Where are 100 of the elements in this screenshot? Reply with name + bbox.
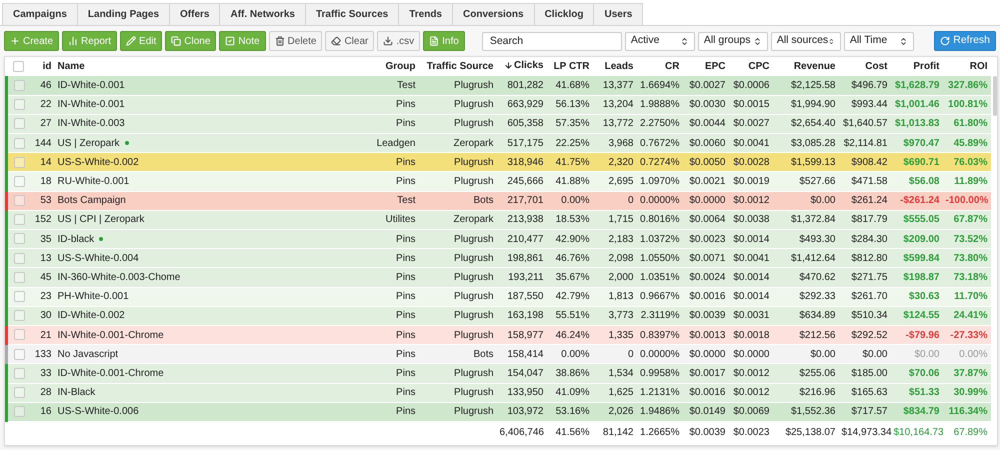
filter-select[interactable]: All sources	[770, 32, 841, 50]
row-checkbox[interactable]	[14, 310, 25, 322]
row-checkbox[interactable]	[14, 99, 25, 110]
cr-cell: 1.0550%	[640, 252, 680, 264]
nav-tab[interactable]: Trends	[398, 3, 453, 25]
total-cell: 67.89%	[954, 427, 988, 438]
column-header[interactable]: Group	[386, 59, 416, 74]
table-row[interactable]: 16 US-S-White-0.006 Pins Plugrush 103,972 53.16% 2,026 1.9486% $0.0149 $0.0069 $1,552.36 $717.57 $834.79 116.34%	[6, 402, 990, 422]
profit-cell: $555.05	[903, 214, 940, 226]
table-row[interactable]: 14 US-S-White-0.002 Pins Plugrush 318,946 41.75% 2,320 0.7274% $0.0050 $0.0028 $1,599.13 $908.42 $690.71 76.03%	[6, 152, 990, 172]
toolbar-button[interactable]: Clear	[325, 31, 374, 51]
download-icon	[383, 36, 394, 46]
epc-cell: $0.0044	[689, 118, 726, 130]
cost-cell: $165.63	[851, 387, 888, 398]
leads-cell: 2,000	[608, 272, 634, 283]
filter-select[interactable]: Active	[624, 32, 695, 50]
column-header[interactable]: Cost	[865, 59, 888, 74]
table-row[interactable]: 23 PH-White-0.001 Pins Plugrush 187,550 42.79% 1,813 0.9667% $0.0016 $0.0014 $292.33 $261.70 $30.63 11.70%	[6, 287, 990, 306]
cpc-cell: $0.0069	[733, 406, 770, 418]
row-checkbox[interactable]	[14, 214, 25, 226]
row-checkbox[interactable]	[14, 291, 25, 302]
column-header[interactable]: Profit	[913, 59, 940, 74]
nav-tab[interactable]: Users	[593, 3, 644, 25]
column-header[interactable]: CPC	[748, 59, 770, 74]
row-checkbox[interactable]	[14, 195, 25, 206]
column-header[interactable]: ROI	[970, 59, 988, 74]
row-checkbox[interactable]	[14, 176, 25, 187]
revenue-cell: $216.96	[799, 387, 836, 398]
table-row[interactable]: 30 ID-White-0.002 Pins Plugrush 163,198 55.51% 3,773 2.3119% $0.0039 $0.0031 $634.89 $510.34 $124.55 24.41%	[6, 306, 990, 326]
row-checkbox[interactable]	[13, 60, 24, 72]
cost-cell: $292.52	[851, 330, 888, 341]
table-row[interactable]: 45 IN-360-White-0.003-Chome Pins Plugrush 193,211 35.67% 2,000 1.0351% $0.0024 $0.0014 $470.62 $271.75 $198.87 73.18%	[6, 268, 990, 288]
copy-icon	[171, 36, 182, 46]
source-cell: Plugrush	[454, 99, 494, 110]
cpc-cell: $0.0019	[733, 176, 770, 188]
nav-tab[interactable]: Conversions	[452, 3, 535, 25]
id-cell: 22	[40, 99, 52, 110]
row-checkbox[interactable]	[14, 406, 25, 418]
epc-cell: $0.0071	[689, 252, 726, 264]
row-checkbox[interactable]	[14, 233, 25, 244]
table-row[interactable]: 33 ID-White-0.001-Chrome Pins Plugrush 154,047 38.86% 1,534 0.9958% $0.0017 $0.0012 $255.06 $185.00 $70.06 37.87%	[6, 364, 990, 383]
nav-tab[interactable]: Traffic Sources	[304, 3, 400, 25]
search-field[interactable]: Search	[482, 32, 622, 50]
roi-cell: 0.00%	[959, 348, 988, 360]
table-row[interactable]: 144 US | Zeropark Leadgen Zeropark 517,175 22.25% 3,968 0.7672% $0.0060 $0.0041 $3,085.28 $2,114.81 $970.47 45.89%	[6, 134, 990, 153]
nav-tab[interactable]: Aff. Networks	[219, 3, 306, 25]
row-checkbox[interactable]	[14, 252, 25, 264]
table-row[interactable]: 13 US-S-White-0.004 Pins Plugrush 198,861 46.76% 2,098 1.0550% $0.0071 $0.0041 $1,412.64 $812.80 $599.84 73.80%	[6, 248, 990, 268]
profit-cell: $70.06	[908, 368, 940, 379]
column-header[interactable]: CR	[665, 59, 680, 74]
nav-tab[interactable]: Clicklog	[534, 3, 594, 25]
nav-tab[interactable]: Campaigns	[2, 3, 78, 25]
row-checkbox[interactable]	[14, 368, 25, 379]
filter-select[interactable]: All groups	[698, 32, 768, 50]
table-row[interactable]: 46 ID-White-0.001 Test Plugrush 801,282 41.68% 13,377 1.6694% $0.0027 $0.0006 $2,125.58 $496.79 $1,628.79 327.86%	[6, 76, 990, 96]
cpc-cell: $0.0031	[733, 310, 770, 322]
toolbar-button[interactable]: .csv	[377, 31, 420, 51]
row-checkbox[interactable]	[14, 348, 25, 360]
table-row[interactable]: 28 IN-Black Pins Plugrush 133,950 41.09% 1,625 1.2131% $0.0016 $0.0012 $216.96 $165.63 $51.33 30.99%	[6, 383, 990, 402]
row-checkbox[interactable]	[14, 118, 25, 130]
column-header[interactable]: id	[42, 59, 52, 74]
table-row[interactable]: 35 ID-black Pins Plugrush 210,477 42.90% 2,183 1.0372% $0.0023 $0.0014 $493.30 $284.30 $209.00 73.52%	[6, 230, 990, 249]
table-row[interactable]: 22 IN-White-0.001 Pins Plugrush 663,929 56.13% 13,204 1.9888% $0.0030 $0.0015 $1,994.90 $993.44 $1,001.46 100.81%	[6, 95, 990, 114]
source-cell: Plugrush	[454, 80, 494, 91]
source-cell: Plugrush	[454, 406, 494, 418]
leads-cell: 2,098	[608, 252, 634, 264]
toolbar-button[interactable]: Delete	[268, 31, 322, 51]
table-row[interactable]: 21 IN-White-0.001-Chrome Pins Plugrush 158,977 46.24% 1,335 0.8397% $0.0013 $0.0018 $212.56 $292.52 -$79.96 -27.33%	[6, 325, 990, 345]
column-header[interactable]: Name	[58, 59, 85, 74]
filter-select[interactable]: All Time	[844, 32, 914, 50]
cost-cell: $812.80	[851, 252, 888, 264]
column-header[interactable]: Revenue	[794, 59, 836, 74]
column-header[interactable]: EPC	[704, 59, 726, 74]
column-header[interactable]: Clicks	[504, 58, 544, 73]
table-row[interactable]: 18 RU-White-0.001 Pins Plugrush 245,666 41.88% 2,695 1.0970% $0.0021 $0.0019 $527.66 $471.58 $56.08 11.89%	[6, 172, 990, 192]
column-header[interactable]: Traffic Source	[426, 59, 494, 74]
row-checkbox[interactable]	[14, 156, 25, 168]
row-checkbox[interactable]	[14, 272, 25, 283]
leads-cell: 1,335	[608, 330, 634, 341]
group-cell: Pins	[396, 406, 416, 418]
source-cell: Plugrush	[454, 387, 494, 398]
nav-tab[interactable]: Landing Pages	[76, 3, 170, 25]
row-checkbox[interactable]	[14, 80, 25, 91]
column-header[interactable]: Leads	[604, 59, 634, 74]
id-cell: 28	[40, 387, 52, 398]
profit-cell: $30.63	[908, 291, 940, 302]
roi-cell: 100.81%	[948, 99, 988, 110]
row-checkbox[interactable]	[14, 329, 25, 340]
table-row[interactable]: 152 US | CPI | Zeropark Utilites Zeropark 213,938 18.53% 1,715 0.8016% $0.0064 $0.0038 $1,372.84 $817.79 $555.05 67.87%	[6, 210, 990, 230]
leads-cell: 3,968	[608, 138, 634, 149]
column-header[interactable]: LP CTR	[554, 59, 590, 74]
roi-cell: 73.80%	[954, 252, 988, 264]
row-checkbox[interactable]	[14, 138, 25, 149]
nav-tab[interactable]: Offers	[169, 3, 220, 25]
cpc-cell: $0.0041	[733, 252, 770, 264]
table-row[interactable]: 133 No Javascript Pins Bots 158,414 0.00% 0 0.0000% $0.0000 $0.0000 $0.00 $0.00 $0.00 0.00%	[6, 344, 990, 364]
table-row[interactable]: 53 Bots Campaign Test Bots 217,701 0.00% 0 0.0000% $0.0000 $0.0012 $0.00 $261.24 -$261.24 -100.00%	[6, 191, 990, 210]
row-checkbox[interactable]	[14, 386, 25, 398]
epc-cell: $0.0017	[689, 368, 726, 379]
table-row[interactable]: 27 IN-White-0.003 Pins Plugrush 605,358 57.35% 13,772 2.2750% $0.0044 $0.0027 $2,654.40 $1,640.57 $1,013.83 61.80%	[6, 114, 990, 134]
